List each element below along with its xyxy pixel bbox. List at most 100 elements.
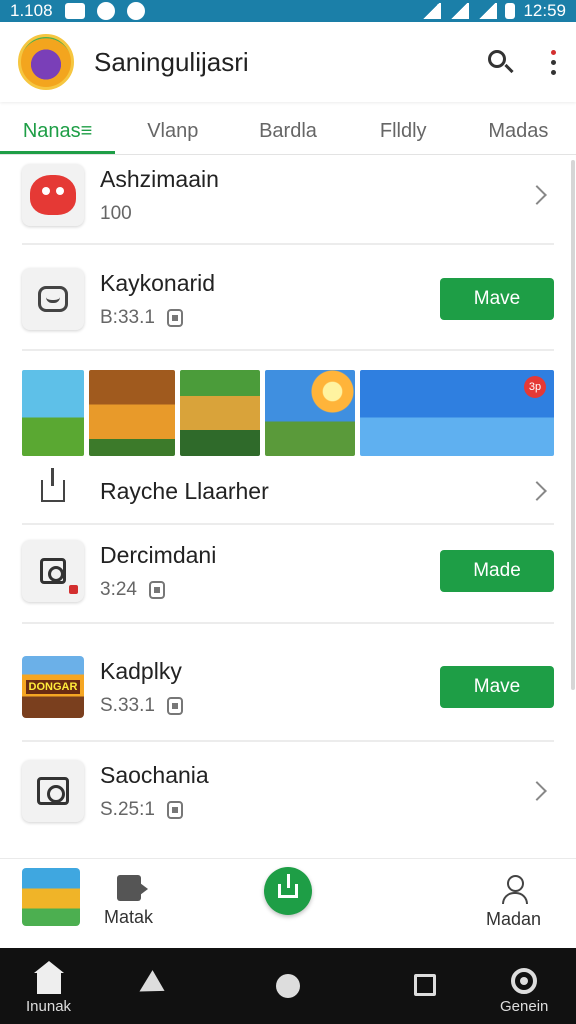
storage-icon bbox=[148, 580, 165, 599]
screen: 1.108 12:59 Saningulijasri Nanas≡ Vlanp … bbox=[0, 0, 576, 1024]
shield-notification-icon bbox=[126, 2, 145, 20]
row-divider bbox=[22, 740, 554, 742]
game-tile-text: DONGAR bbox=[25, 680, 81, 694]
nav-circle[interactable] bbox=[276, 974, 300, 998]
install-button[interactable]: Mave bbox=[440, 666, 554, 708]
list-item-subtitle: S.33.1 bbox=[100, 695, 440, 717]
list-item-meta: S.33.1 bbox=[100, 694, 155, 716]
list-item[interactable]: DONGAR Kadplky S.33.1 Mave bbox=[0, 651, 576, 723]
chevron-right-icon[interactable] bbox=[527, 481, 547, 501]
install-button[interactable]: Mave bbox=[440, 278, 554, 320]
list-item-subtitle: S.25:1 bbox=[100, 799, 530, 821]
game-banner[interactable]: 3p bbox=[22, 370, 554, 456]
storage-icon bbox=[166, 696, 183, 715]
list-item[interactable]: Saochania S.25:1 bbox=[0, 755, 576, 827]
list-item-text: Ashzimaain 100 bbox=[100, 166, 530, 225]
list-item[interactable]: Ashzimaain 100 bbox=[0, 159, 576, 231]
app-icon bbox=[22, 268, 84, 330]
tv-icon bbox=[37, 777, 69, 805]
list-item-meta: 3:24 bbox=[100, 578, 137, 600]
status-left: 1.108 bbox=[10, 1, 145, 21]
system-nav-bar: Inunak Genein bbox=[0, 948, 576, 1024]
banner-link-text: Rayche Llaarher bbox=[100, 478, 530, 505]
app-list: Ashzimaain 100 Kaykonarid B:33.1 Mave 3p bbox=[0, 155, 576, 855]
list-item-text: Kadplky S.33.1 bbox=[100, 658, 440, 717]
scrollbar[interactable] bbox=[571, 160, 575, 690]
share-icon bbox=[41, 468, 65, 502]
app-title: Saningulijasri bbox=[94, 46, 249, 77]
tab-3[interactable]: Flldly bbox=[346, 102, 461, 154]
chevron-right-icon[interactable] bbox=[527, 781, 547, 801]
ring-icon bbox=[511, 968, 538, 994]
notification-badge bbox=[69, 585, 78, 594]
nav-back[interactable] bbox=[133, 970, 165, 1002]
tab-2[interactable]: Bardla bbox=[230, 102, 345, 154]
banner-link-row[interactable]: Rayche Llaarher bbox=[0, 468, 576, 511]
app-icon bbox=[22, 164, 84, 226]
list-item-text: Saochania S.25:1 bbox=[100, 762, 530, 821]
battery-icon bbox=[505, 3, 516, 19]
list-item[interactable]: Dercimdani 3:24 Made bbox=[0, 535, 576, 607]
app-icon: DONGAR bbox=[22, 656, 84, 718]
list-item-title: Saochania bbox=[100, 761, 209, 788]
tab-4[interactable]: Madas bbox=[461, 102, 576, 154]
app-icon bbox=[22, 540, 84, 602]
monster-icon bbox=[30, 175, 76, 215]
circle-icon bbox=[276, 974, 300, 998]
status-time: 12:59 bbox=[523, 1, 566, 20]
download-icon bbox=[278, 874, 298, 898]
list-item-title: Kaykonarid bbox=[100, 269, 216, 296]
home-icon bbox=[33, 961, 64, 994]
list-item-subtitle: B:33.1 bbox=[100, 307, 440, 329]
search-icon[interactable] bbox=[486, 48, 514, 76]
nav-right[interactable]: Genein bbox=[500, 968, 548, 1015]
bottom-item-label: Madan bbox=[486, 909, 542, 929]
wifi-icon bbox=[421, 3, 442, 19]
game-thumbnail[interactable] bbox=[89, 370, 175, 456]
tab-0[interactable]: Nanas≡ bbox=[0, 102, 116, 154]
status-time-left: 1.108 bbox=[10, 1, 53, 20]
app-actions bbox=[486, 48, 558, 76]
nav-right-label: Genein bbox=[500, 998, 549, 1015]
nav-recents[interactable] bbox=[414, 974, 436, 996]
storage-icon bbox=[166, 308, 183, 327]
game-thumbnail[interactable]: 3p bbox=[360, 370, 554, 456]
bottom-item-left[interactable]: Matak bbox=[104, 875, 153, 928]
recents-icon bbox=[414, 974, 436, 996]
list-item[interactable]: Kaykonarid B:33.1 Mave bbox=[0, 263, 576, 335]
download-fab[interactable] bbox=[264, 867, 312, 915]
more-options-icon[interactable] bbox=[548, 49, 558, 75]
list-item-text: Dercimdani 3:24 bbox=[100, 542, 440, 601]
signal-icon bbox=[449, 3, 470, 19]
status-right: 12:59 bbox=[421, 1, 566, 21]
banner-badge: 3p bbox=[524, 376, 546, 398]
install-button[interactable]: Made bbox=[440, 550, 554, 592]
row-divider bbox=[22, 622, 554, 624]
list-item-title: Ashzimaain bbox=[100, 165, 219, 192]
list-item-meta: S.25:1 bbox=[100, 798, 155, 820]
app-bar: Saningulijasri bbox=[0, 22, 576, 102]
list-item-meta: 100 bbox=[100, 202, 132, 224]
game-thumbnail[interactable] bbox=[22, 868, 80, 926]
share-icon-wrap bbox=[22, 468, 84, 502]
row-divider bbox=[22, 243, 554, 245]
storage-icon bbox=[166, 800, 183, 819]
bottom-item-right[interactable]: Madan bbox=[486, 875, 541, 930]
image-notification-icon bbox=[64, 3, 85, 19]
list-item-meta: B:33.1 bbox=[100, 306, 155, 328]
signal-icon-2 bbox=[477, 3, 498, 19]
game-thumbnail[interactable] bbox=[22, 370, 84, 456]
game-thumbnail[interactable] bbox=[180, 370, 260, 456]
tab-1[interactable]: Vlanp bbox=[115, 102, 230, 154]
chevron-right-icon[interactable] bbox=[527, 185, 547, 205]
document-icon bbox=[116, 875, 148, 901]
list-item-title: Dercimdani bbox=[100, 541, 217, 568]
list-item-title: Kadplky bbox=[100, 657, 182, 684]
nav-home-label: Inunak bbox=[26, 998, 72, 1015]
bottom-item-label: Matak bbox=[104, 907, 154, 927]
list-item-text: Kaykonarid B:33.1 bbox=[100, 270, 440, 329]
list-item-subtitle: 3:24 bbox=[100, 579, 440, 601]
game-thumbnail[interactable] bbox=[265, 370, 355, 456]
nav-home[interactable]: Inunak bbox=[26, 961, 72, 1015]
tab-bar: Nanas≡ Vlanp Bardla Flldly Madas bbox=[0, 102, 576, 154]
